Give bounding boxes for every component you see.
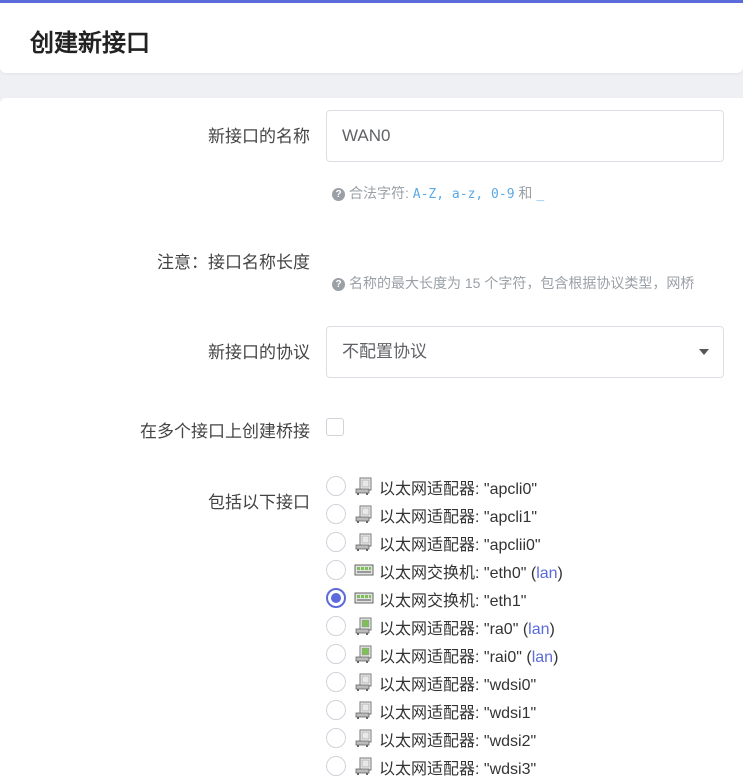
interface-radio[interactable] [326,700,346,720]
ethernet-adapter-icon [354,673,374,691]
interface-name: 以太网适配器: "apcli1" [379,509,538,526]
interface-list: 以太网适配器: "apcli0" 以太网适配器: "apcli1" 以太网适配器: … [326,472,743,780]
interface-label: 以太网适配器: "wdsi0" [379,671,536,695]
interface-radio[interactable] [326,756,346,776]
ethernet-adapter-icon [354,645,374,663]
interface-name: 以太网适配器: "rai0" [379,649,522,666]
interface-label: 以太网适配器: "apclii0" [379,531,541,555]
note-label: 注意：接口名称长度 [157,253,310,272]
page-title: 创建新接口 [30,30,150,57]
name-hint-chars: A-Z, a-z, 0-9 [412,187,515,202]
interface-radio[interactable] [326,588,346,608]
question-icon: ? [332,188,345,201]
network-link[interactable]: lan [536,565,557,582]
interface-name: 以太网适配器: "apclii0" [379,537,541,554]
interface-option[interactable]: 以太网适配器: "apcli1" [326,500,743,528]
interface-radio[interactable] [326,560,346,580]
interface-radio[interactable] [326,672,346,692]
interface-radio[interactable] [326,644,346,664]
question-icon: ? [332,278,345,291]
ethernet-adapter-icon [354,729,374,747]
ethernet-adapter-icon [354,505,374,523]
ethernet-switch-icon [354,561,374,579]
network-link[interactable]: lan [532,649,553,666]
interface-option[interactable]: 以太网适配器: "rai0" (lan) [326,640,743,668]
interface-label: 以太网适配器: "rai0" (lan) [379,649,559,666]
page-header: 创建新接口 [0,3,743,73]
interface-radio[interactable] [326,728,346,748]
bridge-label: 在多个接口上创建桥接 [140,422,310,441]
interface-label: 以太网交换机: "eth0" (lan) [379,565,563,582]
interface-radio[interactable] [326,504,346,524]
name-hint-and: 和 [518,185,533,201]
interface-option[interactable]: 以太网适配器: "apclii0" [326,528,743,556]
interface-option[interactable]: 以太网交换机: "eth0" (lan) [326,556,743,584]
protocol-select-value: 不配置协议 [342,342,427,361]
name-label: 新接口的名称 [208,127,310,146]
form-panel: 新接口的名称 WAN0 ? 合法字符: A-Z, a-z, 0-9 和 _ 注意：… [0,98,743,780]
ethernet-switch-icon [354,589,374,607]
interface-name: 以太网适配器: "wdsi0" [379,677,537,694]
interface-option[interactable]: 以太网适配器: "wdsi1" [326,696,743,724]
ethernet-adapter-icon [354,757,374,775]
interface-radio[interactable] [326,476,346,496]
interface-label: 以太网交换机: "eth1" [379,587,526,611]
interface-label: 以太网适配器: "wdsi1" [379,699,536,723]
include-label: 包括以下接口 [208,493,310,512]
interface-name: 以太网适配器: "wdsi3" [379,761,537,778]
protocol-select[interactable]: 不配置协议 [326,326,724,378]
interface-option[interactable]: 以太网交换机: "eth1" [326,584,743,612]
ethernet-adapter-icon [354,533,374,551]
interface-label: 以太网适配器: "apcli1" [379,503,537,527]
note-hint: ? 名称的最大长度为 15 个字符，包含根据协议类型，网桥 [332,273,694,293]
interface-name: 以太网适配器: "wdsi2" [379,733,537,750]
interface-option[interactable]: 以太网适配器: "wdsi0" [326,668,743,696]
interface-name: 以太网交换机: "eth0" [379,565,527,582]
bridge-checkbox[interactable] [326,418,344,436]
ethernet-adapter-icon [354,701,374,719]
name-hint-underscore: _ [536,187,545,202]
interface-label: 以太网适配器: "wdsi3" [379,755,536,779]
interface-radio[interactable] [326,532,346,552]
interface-label: 以太网适配器: "ra0" (lan) [379,621,555,638]
interface-name: 以太网交换机: "eth1" [379,593,527,610]
interface-option[interactable]: 以太网适配器: "ra0" (lan) [326,612,743,640]
ethernet-adapter-icon [354,477,374,495]
interface-option[interactable]: 以太网适配器: "wdsi3" [326,752,743,780]
name-input[interactable]: WAN0 [326,110,724,162]
name-hint: ? 合法字符: A-Z, a-z, 0-9 和 _ [332,183,544,203]
protocol-label: 新接口的协议 [208,343,310,362]
note-hint-text: 名称的最大长度为 15 个字符，包含根据协议类型，网桥 [349,275,695,291]
interface-radio[interactable] [326,616,346,636]
ethernet-adapter-icon [354,617,374,635]
interface-label: 以太网适配器: "apcli0" [379,475,537,499]
interface-option[interactable]: 以太网适配器: "apcli0" [326,472,743,500]
network-link[interactable]: lan [528,621,549,638]
chevron-down-icon [699,349,709,355]
interface-label: 以太网适配器: "wdsi2" [379,727,536,751]
interface-name: 以太网适配器: "apcli0" [379,481,538,498]
interface-option[interactable]: 以太网适配器: "wdsi2" [326,724,743,752]
name-hint-prefix: 合法字符: [349,185,409,201]
interface-name: 以太网适配器: "ra0" [379,621,519,638]
interface-name: 以太网适配器: "wdsi1" [379,705,537,722]
